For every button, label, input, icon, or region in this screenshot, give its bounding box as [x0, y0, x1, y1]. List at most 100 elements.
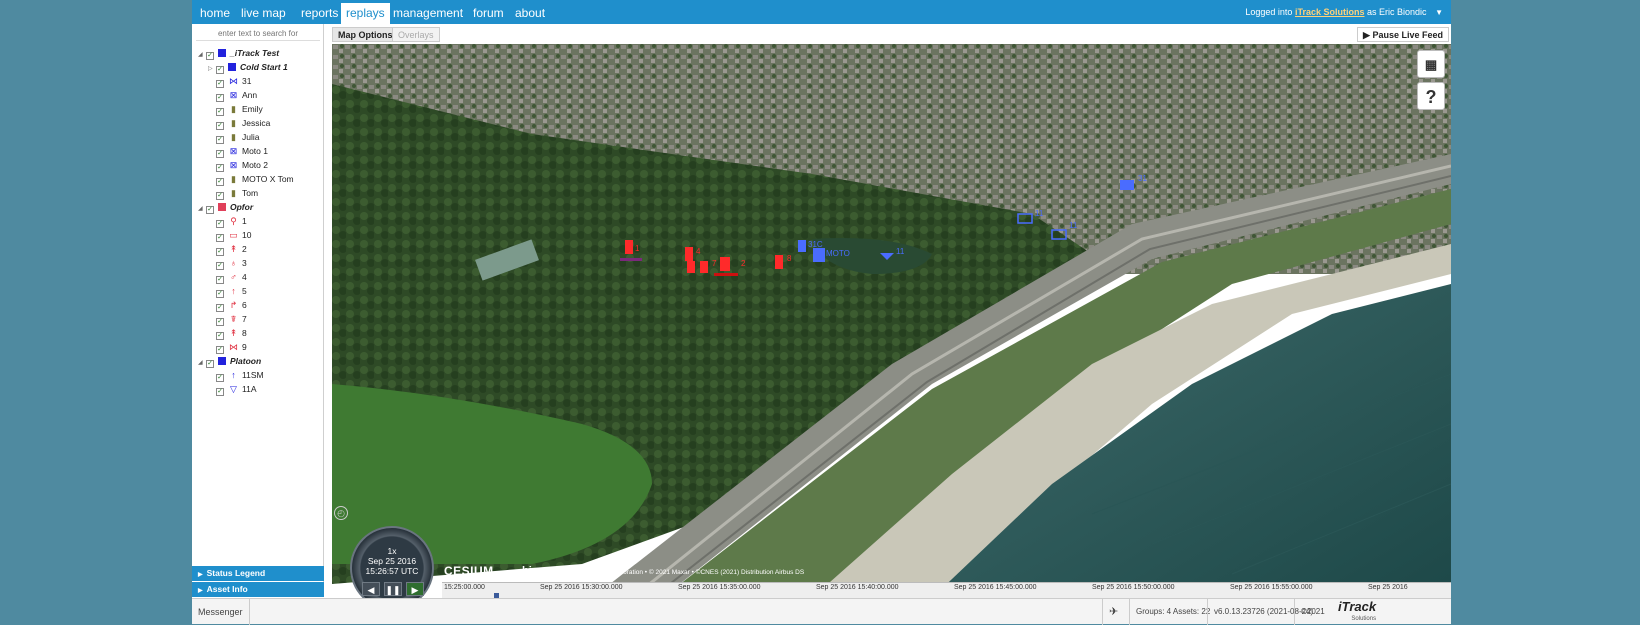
- checkbox[interactable]: ✓: [216, 122, 224, 130]
- tree-group-platoon[interactable]: ◢ ✓ Platoon: [198, 354, 261, 368]
- unit-icon: ↑: [231, 370, 236, 380]
- nav-management[interactable]: management: [388, 3, 468, 24]
- status-bar: Messenger ✈ Groups: 4 Assets: 22 v6.0.13…: [192, 598, 1451, 625]
- checkbox[interactable]: ✓: [216, 304, 224, 312]
- checkbox[interactable]: ✓: [216, 388, 224, 396]
- pause-live-feed-button[interactable]: ▶ Pause Live Feed: [1357, 27, 1449, 42]
- checkbox[interactable]: ✓: [216, 276, 224, 284]
- checkbox[interactable]: ✓: [216, 80, 224, 88]
- blue-marker[interactable]: 11: [1017, 209, 1044, 224]
- map-viewport[interactable]: 1 4 72 8 31C MOTO 11 11 11 31 ▦ ? 1x Sep…: [332, 44, 1451, 598]
- tree-item[interactable]: ✓ ♁ 3: [216, 256, 247, 270]
- tree-group-itrack-test[interactable]: ◢ ✓ _iTrack Test: [198, 46, 279, 60]
- blue-marker[interactable]: 11: [880, 247, 905, 260]
- checkbox[interactable]: ✓: [216, 192, 224, 200]
- checkbox[interactable]: ✓: [216, 136, 224, 144]
- opfor-marker[interactable]: 72: [712, 257, 746, 276]
- checkbox[interactable]: ✓: [216, 234, 224, 242]
- search-input[interactable]: [196, 27, 320, 41]
- opfor-marker[interactable]: 8: [775, 254, 792, 269]
- collapse-icon[interactable]: ◢: [198, 48, 206, 62]
- checkbox[interactable]: ✓: [216, 332, 224, 340]
- tree-item[interactable]: ✓ ▮ Emily: [216, 102, 263, 116]
- checkbox[interactable]: ✓: [206, 52, 214, 60]
- asset-info-bar[interactable]: ▶ Asset Info: [192, 582, 324, 597]
- tree-item[interactable]: ✓ ↟ 8: [216, 326, 247, 340]
- checkbox[interactable]: ✓: [216, 220, 224, 228]
- nav-about[interactable]: about: [510, 3, 550, 24]
- svg-text:7: 7: [712, 259, 717, 268]
- map-options-tab[interactable]: Map Options: [332, 27, 399, 42]
- checkbox[interactable]: ✓: [216, 150, 224, 158]
- tree-item[interactable]: ✓ ↟ 2: [216, 242, 247, 256]
- blue-marker[interactable]: MOTO: [813, 248, 850, 262]
- tree-item[interactable]: ✓ ↑ 11SM: [216, 368, 264, 382]
- tree-item[interactable]: ✓ ▮ Tom: [216, 186, 258, 200]
- opfor-marker[interactable]: [687, 261, 708, 273]
- checkbox[interactable]: ✓: [216, 108, 224, 116]
- tree-item[interactable]: ✓ ⊠ Moto 1: [216, 144, 268, 158]
- checkbox[interactable]: ✓: [216, 66, 224, 74]
- tree-item[interactable]: ✓ ☤ 7: [216, 312, 247, 326]
- help-button[interactable]: ?: [1417, 82, 1445, 110]
- expand-icon[interactable]: ▷: [208, 62, 216, 76]
- tree-group-opfor[interactable]: ◢ ✓ Opfor: [198, 200, 253, 214]
- blue-marker[interactable]: 11: [1051, 221, 1078, 240]
- pause-button[interactable]: ❚❚: [384, 582, 402, 596]
- tree-item[interactable]: ✓ ⊠ Moto 2: [216, 158, 268, 172]
- tree-item[interactable]: ✓ ▮ Jessica: [216, 116, 270, 130]
- messenger-button[interactable]: Messenger: [192, 599, 250, 625]
- logo-text: iTrack: [1338, 599, 1377, 614]
- nav-live-map[interactable]: live map: [236, 3, 291, 24]
- tree-item[interactable]: ✓ ▮ Julia: [216, 130, 259, 144]
- checkbox[interactable]: ✓: [216, 94, 224, 102]
- bing-logo[interactable]: bing: [522, 565, 545, 577]
- reverse-button[interactable]: ◀: [362, 582, 380, 596]
- checkbox[interactable]: ✓: [216, 164, 224, 172]
- checkbox[interactable]: ✓: [216, 318, 224, 326]
- tree-item[interactable]: ✓ ♂ 4: [216, 270, 247, 284]
- checkbox[interactable]: ✓: [216, 178, 224, 186]
- cesium-logo[interactable]: CESIUM: [444, 564, 494, 578]
- tree-item[interactable]: ✓ ↑ 5: [216, 284, 247, 298]
- user-menu-chevron-icon[interactable]: ▼: [1435, 1, 1443, 25]
- overlays-tab[interactable]: Overlays: [392, 27, 440, 42]
- collapse-icon[interactable]: ◢: [198, 202, 206, 216]
- checkbox[interactable]: ✓: [216, 290, 224, 298]
- checkbox[interactable]: ✓: [216, 262, 224, 270]
- tree-item[interactable]: ✓ ⋈ 31: [216, 74, 251, 88]
- tree-item[interactable]: ✓ ▭ 10: [216, 228, 251, 242]
- opfor-marker[interactable]: 1: [620, 240, 642, 261]
- timeline[interactable]: 15:25:00.000 Sep 25 2016 15:30:00.000 Se…: [442, 582, 1451, 598]
- user-name[interactable]: Eric Biondic: [1379, 7, 1427, 17]
- tree-item[interactable]: ✓ ⊠ Ann: [216, 88, 257, 102]
- nav-home[interactable]: home: [195, 3, 235, 24]
- group-color-swatch: [218, 203, 226, 211]
- blue-marker[interactable]: 31: [1120, 174, 1147, 190]
- collapse-icon[interactable]: ◢: [198, 356, 206, 370]
- org-link[interactable]: iTrack Solutions: [1295, 7, 1365, 17]
- nav-replays[interactable]: replays: [341, 3, 390, 24]
- tree-item[interactable]: ✓ ↱ 6: [216, 298, 247, 312]
- tree-item[interactable]: ✓ ⋈ 9: [216, 340, 247, 354]
- status-legend-bar[interactable]: ▶ Status Legend: [192, 566, 324, 581]
- svg-text:31C: 31C: [808, 240, 823, 249]
- grid-layer-icon[interactable]: ▦: [1417, 50, 1445, 78]
- nav-forum[interactable]: forum: [468, 3, 509, 24]
- tree-item[interactable]: ✓ ▮ MOTO X Tom: [216, 172, 294, 186]
- tree-item[interactable]: ✓ ▽ 11A: [216, 382, 257, 396]
- play-button[interactable]: ▶: [406, 582, 424, 596]
- opfor-marker[interactable]: 4: [685, 247, 701, 261]
- tree-item[interactable]: ✓ ⚲ 1: [216, 214, 247, 228]
- phone-icon: ▮: [231, 174, 236, 184]
- phone-icon: ▮: [231, 188, 236, 198]
- checkbox[interactable]: ✓: [216, 346, 224, 354]
- clock-icon[interactable]: ◴: [334, 506, 348, 520]
- checkbox[interactable]: ✓: [206, 206, 214, 214]
- checkbox[interactable]: ✓: [206, 360, 214, 368]
- nav-reports[interactable]: reports: [296, 3, 343, 24]
- checkbox[interactable]: ✓: [216, 374, 224, 382]
- connection-icon[interactable]: ✈: [1102, 599, 1124, 625]
- tree-group-cold-start[interactable]: ▷ ✓ Cold Start 1: [208, 60, 288, 74]
- checkbox[interactable]: ✓: [216, 248, 224, 256]
